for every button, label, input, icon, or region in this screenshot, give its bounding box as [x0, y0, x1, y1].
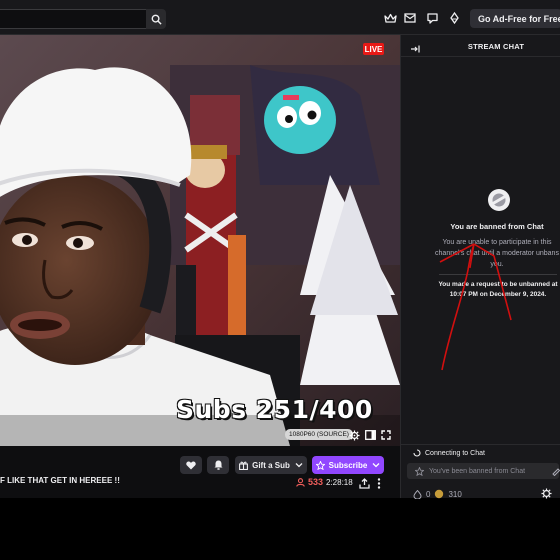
crown-icon[interactable]: [382, 10, 398, 26]
search-button[interactable]: [146, 9, 166, 29]
fullscreen-icon[interactable]: [380, 429, 392, 441]
stream-info-bar: Gift a Sub Subscribe F LIKE THAT GET IN …: [0, 446, 400, 498]
mail-icon[interactable]: [402, 10, 418, 26]
notifications-button[interactable]: [207, 456, 229, 474]
chat-input[interactable]: You've been banned from Chat: [407, 463, 560, 479]
viewer-count-value: 533: [308, 477, 324, 487]
subscribe-button[interactable]: Subscribe: [312, 456, 384, 474]
settings-icon[interactable]: [348, 429, 360, 441]
chat-title: STREAM CHAT: [467, 42, 525, 51]
channel-points-icon[interactable]: [434, 489, 444, 499]
share-icon[interactable]: [359, 476, 371, 489]
connecting-label: Connecting to Chat: [425, 449, 485, 457]
subscribe-label: Subscribe: [328, 460, 368, 470]
heart-icon: [186, 461, 196, 469]
viewer-icon: [296, 477, 305, 487]
star-icon: [315, 460, 325, 470]
channel-points-value: 310: [448, 489, 462, 499]
chat-input-area: Connecting to Chat You've been banned fr…: [401, 444, 560, 499]
go-ad-free-label: Go Ad-Free for Free: [478, 13, 560, 24]
top-nav-bar: Go Ad-Free for Free: [0, 0, 560, 35]
ban-icon: [488, 189, 510, 211]
stream-title: F LIKE THAT GET IN HEREEE !!: [0, 476, 120, 485]
chat-badge-icon: [415, 466, 424, 476]
video-player[interactable]: LIVE Subs 251/400 1080P60 (SOURCE): [0, 35, 400, 446]
chat-input-placeholder: You've been banned from Chat: [429, 467, 526, 475]
go-ad-free-button[interactable]: Go Ad-Free for Free: [470, 9, 560, 28]
theatre-mode-icon[interactable]: [364, 429, 376, 441]
ban-description: You are unable to participate in this ch…: [435, 239, 559, 268]
search-icon: [151, 14, 162, 25]
quality-badge[interactable]: 1080P60 (SOURCE): [285, 429, 353, 440]
drop-icon[interactable]: [446, 10, 462, 26]
spinner-icon: [413, 449, 421, 457]
chevron-down-icon: [295, 463, 303, 468]
stream-uptime: 2:28:18: [326, 478, 353, 487]
subs-goal-overlay: Subs 251/400: [176, 395, 373, 424]
gift-sub-button[interactable]: Gift a Sub: [235, 456, 307, 474]
viewer-count: 533: [296, 477, 323, 487]
chat-footer: 0 310: [413, 489, 462, 499]
ban-title: You are banned from Chat: [450, 222, 544, 231]
gift-sub-label: Gift a Sub: [252, 460, 290, 470]
emote-icon[interactable]: [551, 466, 560, 476]
points-value: 0: [426, 489, 431, 499]
connecting-status: Connecting to Chat: [413, 449, 485, 457]
stream-video-frame: [0, 35, 400, 446]
follow-button[interactable]: [180, 456, 202, 474]
points-icon[interactable]: [413, 489, 422, 499]
live-badge: LIVE: [363, 43, 384, 55]
search-input[interactable]: [0, 9, 146, 29]
chat-settings-icon[interactable]: [541, 486, 553, 499]
chat-bubble-icon[interactable]: [424, 10, 440, 26]
chevron-down-icon: [372, 463, 380, 468]
unban-request-status: You made a request to be unbanned at 10:…: [438, 281, 558, 298]
chat-header: STREAM CHAT: [401, 35, 560, 57]
more-options-icon[interactable]: [377, 476, 385, 489]
gift-icon: [239, 461, 249, 470]
bell-icon: [214, 460, 222, 470]
stream-chat-panel: STREAM CHAT You are banned from Chat You…: [400, 35, 560, 499]
divider: [439, 274, 557, 275]
